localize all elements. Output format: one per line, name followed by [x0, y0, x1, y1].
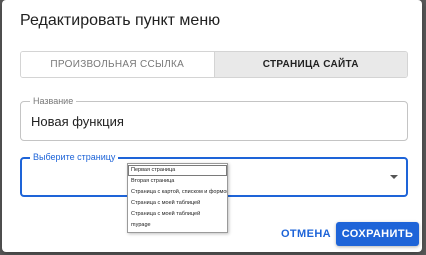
tab-custom-link[interactable]: ПРОИЗВОЛЬНАЯ ССЫЛКА	[21, 52, 215, 77]
name-field[interactable]: Название Новая функция	[20, 96, 408, 141]
page-option[interactable]: Вторая страница	[128, 176, 227, 187]
page-option[interactable]: Страница с моей таблицей	[128, 198, 227, 209]
save-button[interactable]: СОХРАНИТЬ	[336, 222, 419, 246]
page-options-list: Первая страница Вторая страница Страница…	[127, 163, 228, 233]
page-option[interactable]: mypage	[128, 220, 227, 231]
page-select-label: Выберите страницу	[30, 152, 119, 163]
tab-site-page[interactable]: СТРАНИЦА САЙТА	[214, 52, 407, 77]
link-type-tabs: ПРОИЗВОЛЬНАЯ ССЫЛКА СТРАНИЦА САЙТА	[20, 51, 408, 78]
arrow-drop-down-icon[interactable]	[390, 175, 398, 179]
page-option[interactable]: Первая страница	[128, 165, 227, 176]
page-option[interactable]: Страница с картой, списком и формой	[128, 187, 227, 198]
name-field-label: Название	[30, 96, 77, 107]
name-field-value[interactable]: Новая функция	[31, 114, 124, 129]
page-option[interactable]: Страница с моей таблицей	[128, 209, 227, 220]
cancel-button[interactable]: ОТМЕНА	[278, 224, 334, 244]
dialog-title: Редактировать пункт меню	[20, 12, 221, 29]
